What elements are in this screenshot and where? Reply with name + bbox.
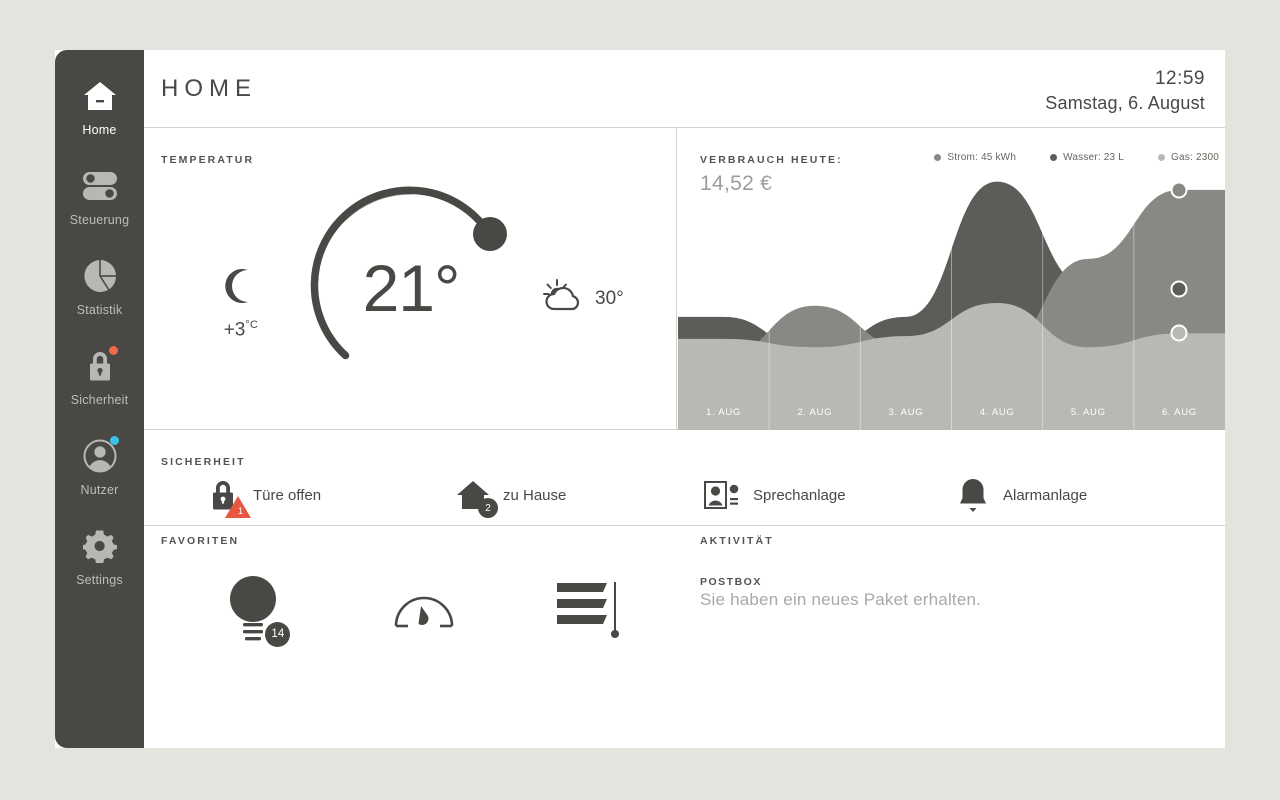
temperature-dial[interactable]: 21° bbox=[301, 178, 521, 398]
chart-marker-gas[interactable] bbox=[1170, 324, 1188, 342]
sidebar-item-nutzer[interactable]: Nutzer bbox=[55, 422, 144, 512]
toggles-icon bbox=[80, 166, 120, 206]
lock-icon bbox=[80, 346, 120, 386]
security-item-sprechanlage[interactable]: Sprechanlage bbox=[704, 470, 954, 520]
gauge-icon bbox=[393, 586, 455, 637]
home-badge: 2 bbox=[478, 498, 498, 518]
chart-marker-wasser[interactable] bbox=[1170, 280, 1188, 298]
alert-badge-count: 1 bbox=[237, 506, 243, 516]
chart-x-axis: 1. AUG 2. AUG 3. AUG 4. AUG 5. AUG 6. AUG bbox=[678, 407, 1225, 421]
main-content: HOME 12:59 Samstag, 6. August TEMPERATUR… bbox=[144, 50, 1225, 748]
sidebar-badge-nutzer bbox=[109, 436, 119, 445]
sidebar-item-label: Home bbox=[82, 123, 117, 137]
temperature-value: 21° bbox=[362, 251, 461, 325]
user-icon bbox=[80, 436, 120, 476]
bottom-row: FAVORITEN 14 AKTIVITÄT POSTBOX Sie haben… bbox=[144, 526, 1225, 747]
activity-section-label: AKTIVITÄT bbox=[700, 535, 774, 547]
security-item-label: Alarmanlage bbox=[1003, 486, 1088, 504]
day-forecast: 30° bbox=[542, 278, 624, 319]
temperature-panel: TEMPERATUR +3°C 21° 30° bbox=[144, 128, 677, 430]
sidebar-item-home[interactable]: Home bbox=[55, 62, 144, 152]
sidebar-badge-sicherheit bbox=[108, 346, 118, 355]
security-item-tuere-offen[interactable]: 1 Türe offen bbox=[204, 470, 454, 520]
favorites-items: 14 bbox=[174, 566, 674, 656]
page-title: HOME bbox=[161, 75, 257, 102]
chart-x-tick: 3. AUG bbox=[888, 407, 924, 418]
sun-cloud-icon bbox=[542, 278, 586, 319]
clock-time: 12:59 bbox=[1154, 68, 1205, 89]
sidebar-item-label: Nutzer bbox=[80, 483, 119, 497]
blinds-icon bbox=[555, 578, 627, 645]
day-temperature: 30° bbox=[595, 287, 624, 309]
lock-icon: 1 bbox=[204, 475, 251, 518]
clock-block: 12:59 Samstag, 6. August bbox=[1045, 67, 1205, 115]
house-icon: 2 bbox=[454, 475, 498, 518]
gear-icon bbox=[80, 526, 120, 566]
favorite-item-light[interactable]: 14 bbox=[174, 566, 341, 656]
sidebar-item-label: Settings bbox=[76, 573, 123, 587]
chart-marker-strom[interactable] bbox=[1170, 181, 1188, 199]
light-count-badge: 14 bbox=[265, 621, 291, 647]
security-section-label: SICHERHEIT bbox=[161, 456, 246, 468]
favorites-section-label: FAVORITEN bbox=[161, 535, 240, 547]
security-items: 1 Türe offen 2 zu Hause Sprechanlage Ala… bbox=[204, 470, 1204, 520]
security-item-alarmanlage[interactable]: Alarmanlage bbox=[954, 470, 1204, 520]
pie-chart-icon bbox=[80, 256, 120, 296]
night-temperature: +3°C bbox=[223, 319, 259, 341]
temperature-section-label: TEMPERATUR bbox=[161, 154, 255, 166]
chart-x-tick: 4. AUG bbox=[979, 407, 1015, 418]
night-forecast: +3°C bbox=[206, 266, 276, 341]
security-item-label: zu Hause bbox=[503, 486, 567, 504]
clock-date: Samstag, 6. August bbox=[1045, 93, 1205, 113]
sidebar-item-label: Statistik bbox=[76, 303, 123, 317]
activity-entry-title: POSTBOX bbox=[700, 576, 762, 588]
sidebar: Home Steuerung Statistik Sicherheit Nutz… bbox=[55, 50, 144, 748]
header: HOME 12:59 Samstag, 6. August bbox=[144, 50, 1225, 128]
chart-svg bbox=[678, 128, 1225, 430]
sidebar-item-steuerung[interactable]: Steuerung bbox=[55, 152, 144, 242]
sidebar-item-settings[interactable]: Settings bbox=[55, 512, 144, 602]
upper-row: TEMPERATUR +3°C 21° 30° VERBRAUCH HEUTE:… bbox=[144, 128, 1225, 430]
bell-icon bbox=[954, 475, 992, 515]
favorite-item-blinds[interactable] bbox=[507, 566, 674, 656]
chart-x-tick: 5. AUG bbox=[1070, 407, 1106, 418]
consumption-chart[interactable]: 1. AUG 2. AUG 3. AUG 4. AUG 5. AUG 6. AUG bbox=[678, 128, 1225, 430]
chart-x-tick: 6. AUG bbox=[1162, 407, 1197, 418]
sidebar-item-label: Sicherheit bbox=[70, 393, 129, 407]
sidebar-item-statistik[interactable]: Statistik bbox=[55, 242, 144, 332]
intercom-icon bbox=[704, 475, 742, 515]
activity-entry-text: Sie haben ein neues Paket erhalten. bbox=[700, 590, 982, 609]
sidebar-item-sicherheit[interactable]: Sicherheit bbox=[55, 332, 144, 422]
lightbulb-icon: 14 bbox=[226, 571, 291, 652]
security-item-zu-hause[interactable]: 2 zu Hause bbox=[454, 470, 704, 520]
night-temp-unit: °C bbox=[245, 319, 259, 331]
security-item-label: Sprechanlage bbox=[753, 486, 846, 504]
consumption-panel: VERBRAUCH HEUTE: 14,52 € Strom: 45 kWh W… bbox=[678, 128, 1225, 430]
favorite-item-gauge[interactable] bbox=[341, 566, 508, 656]
moon-icon bbox=[224, 269, 258, 310]
security-item-label: Türe offen bbox=[253, 486, 322, 504]
chart-x-tick: 2. AUG bbox=[797, 407, 833, 418]
security-section: SICHERHEIT 1 Türe offen 2 zu Hause Sprec… bbox=[144, 430, 1225, 526]
house-icon bbox=[80, 76, 120, 116]
chart-x-tick: 1. AUG bbox=[706, 407, 741, 418]
favorites-panel: FAVORITEN 14 bbox=[144, 526, 677, 747]
activity-panel: AKTIVITÄT POSTBOX Sie haben ein neues Pa… bbox=[678, 526, 1225, 747]
sidebar-item-label: Steuerung bbox=[69, 213, 130, 227]
